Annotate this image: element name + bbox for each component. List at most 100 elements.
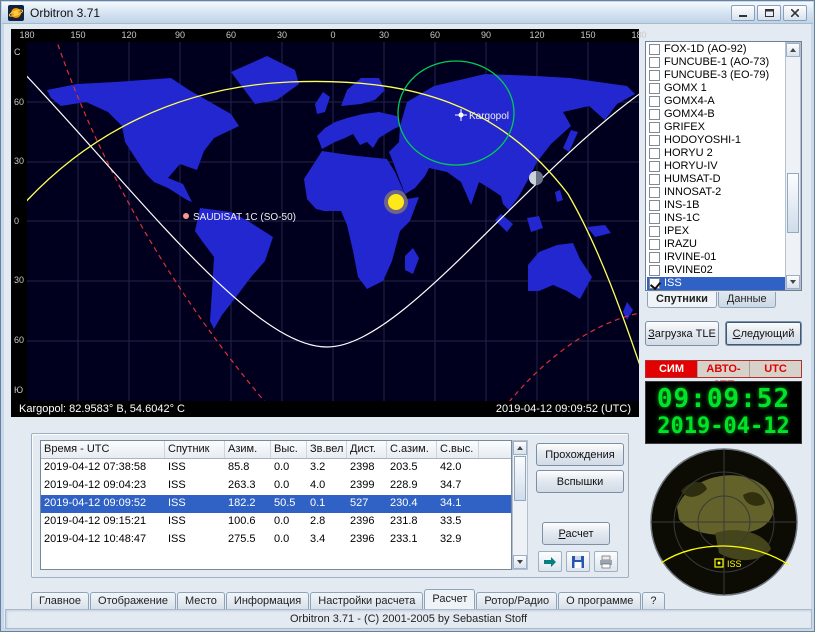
satellite-list-item[interactable]: HORYU-IV — [647, 160, 785, 173]
column-header[interactable]: Зв.вел — [307, 441, 347, 458]
satellite-checkbox[interactable] — [649, 70, 660, 81]
status-bar: Orbitron 3.71 - (C) 2001-2005 by Sebasti… — [5, 609, 812, 629]
satellite-checkbox[interactable] — [649, 200, 660, 211]
scroll-up-icon[interactable] — [513, 441, 527, 455]
column-header[interactable]: С.азим. — [387, 441, 437, 458]
satellite-checkbox[interactable] — [649, 122, 660, 133]
column-header[interactable]: Спутник — [165, 441, 225, 458]
tab-data[interactable]: Данные — [717, 292, 776, 308]
scroll-up-icon[interactable] — [786, 43, 800, 57]
satellite-checkbox[interactable] — [649, 213, 660, 224]
moon-icon — [529, 171, 543, 185]
passes-scrollbar[interactable] — [512, 440, 528, 570]
scrollbar-thumb[interactable] — [787, 173, 799, 233]
pass-cell: 263.3 — [228, 479, 256, 491]
satellite-list-item[interactable]: ITAMSAT (IO-26) — [647, 290, 785, 291]
satellite-checkbox[interactable] — [649, 265, 660, 276]
satellite-list-item[interactable]: INS-1C — [647, 212, 785, 225]
pass-row[interactable]: 2019-04-12 09:09:52 ISS 182.2 50.5 0.1 527 230… — [41, 495, 511, 513]
passes-table[interactable]: Время - UTC Спутник Азим. Выс. Зв.вел Дист. С.… — [40, 440, 512, 570]
satellite-label: GOMX4-B — [664, 108, 715, 120]
lon-label: 30 — [378, 30, 390, 40]
satellite-list-item[interactable]: HODOYOSHI-1 — [647, 134, 785, 147]
lon-label: 90 — [174, 30, 186, 40]
satellite-list-item[interactable]: INNOSAT-2 — [647, 186, 785, 199]
go-button[interactable] — [538, 551, 562, 572]
satellite-checkbox[interactable] — [649, 252, 660, 263]
satellite-list-item[interactable]: FUNCUBE-1 (AO-73) — [647, 56, 785, 69]
flares-button[interactable]: Вспышки — [536, 470, 624, 493]
pass-cell: 2019-04-12 09:09:52 — [44, 497, 147, 509]
bottom-tab-4[interactable]: Настройки расчета — [310, 592, 424, 609]
satellite-checkbox[interactable] — [649, 239, 660, 250]
minimize-button[interactable] — [731, 4, 755, 21]
satellite-checkbox[interactable] — [649, 148, 660, 159]
satellite-checkbox[interactable] — [649, 226, 660, 237]
satellite-checkbox[interactable] — [649, 161, 660, 172]
satellite-checkbox[interactable] — [649, 174, 660, 185]
scrollbar-thumb[interactable] — [514, 456, 526, 501]
bottom-tab-8[interactable]: ? — [642, 592, 665, 609]
lon-label: 90 — [480, 30, 492, 40]
satellite-list-item[interactable]: GOMX 1 — [647, 82, 785, 95]
column-header[interactable]: Азим. — [225, 441, 271, 458]
close-button[interactable] — [783, 4, 807, 21]
satellite-checkbox[interactable] — [649, 135, 660, 146]
bottom-tab-6[interactable]: Ротор/Радио — [476, 592, 558, 609]
satellite-list-item[interactable]: HUMSAT-D — [647, 173, 785, 186]
scroll-down-icon[interactable] — [513, 555, 527, 569]
column-header[interactable]: Выс. — [271, 441, 307, 458]
satellite-list-item[interactable]: HORYU 2 — [647, 147, 785, 160]
satellite-list-scrollbar[interactable] — [785, 42, 801, 290]
satellite-list-item[interactable]: GRIFEX — [647, 121, 785, 134]
world-map[interactable]: Kargopol SAUDISAT 1C (SO-50) — [27, 42, 639, 401]
satellite-list-item[interactable]: FOX-1D (AO-92) — [647, 43, 785, 56]
save-button[interactable] — [566, 551, 590, 572]
satellite-checkbox[interactable] — [649, 83, 660, 94]
pass-row[interactable]: 2019-04-12 07:38:58 ISS 85.8 0.0 3.2 2398 203.… — [41, 459, 511, 477]
print-button[interactable] — [594, 551, 618, 572]
satellite-list-item[interactable]: GOMX4-A — [647, 95, 785, 108]
satellite-list-item[interactable]: GOMX4-B — [647, 108, 785, 121]
bottom-tab-1[interactable]: Отображение — [90, 592, 176, 609]
bottom-tab-5[interactable]: Расчет — [424, 589, 476, 609]
satellite-checkbox[interactable] — [649, 187, 660, 198]
satellite-list-item[interactable]: IRVINE-01 — [647, 251, 785, 264]
bottom-tab-3[interactable]: Информация — [225, 592, 310, 609]
satellite-checkbox[interactable] — [649, 96, 660, 107]
column-header[interactable]: Время - UTC — [41, 441, 165, 458]
satellite-checkbox[interactable] — [649, 278, 660, 289]
satellite-checkbox[interactable] — [649, 57, 660, 68]
load-tle-button[interactable]: Загрузка TLE — [645, 321, 719, 346]
pass-cell: 233.1 — [390, 533, 418, 545]
utc-indicator[interactable]: UTC — [750, 361, 801, 377]
bottom-tab-0[interactable]: Главное — [31, 592, 90, 609]
passes-button[interactable]: Прохождения — [536, 443, 624, 466]
pass-row[interactable]: 2019-04-12 10:48:47 ISS 275.5 0.0 3.4 2396 233… — [41, 531, 511, 549]
satellite-list-item[interactable]: IPEX — [647, 225, 785, 238]
satellite-checkbox[interactable] — [649, 109, 660, 120]
scroll-down-icon[interactable] — [786, 275, 800, 289]
tab-satellites[interactable]: Спутники — [647, 292, 717, 308]
satellite-list-item[interactable]: IRVINE02 — [647, 264, 785, 277]
column-header[interactable]: Дист. — [347, 441, 387, 458]
calculate-button[interactable]: Расчет — [542, 522, 610, 545]
next-button[interactable]: Следующий — [725, 321, 802, 346]
titlebar[interactable]: Orbitron 3.71 — [2, 2, 813, 24]
pass-row[interactable]: 2019-04-12 09:04:23 ISS 263.3 0.0 4.0 2399 228… — [41, 477, 511, 495]
maximize-button[interactable] — [757, 4, 781, 21]
satellite-list-item[interactable]: IRAZU — [647, 238, 785, 251]
satellite-list-item[interactable]: ISS — [647, 277, 785, 290]
pass-cell: 0.0 — [274, 515, 290, 527]
bottom-tab-2[interactable]: Место — [176, 592, 225, 609]
satellite-list[interactable]: FOX-1D (AO-92) FUNCUBE-1 (AO-73) FUNCUBE-3… — [645, 41, 802, 291]
satellite-checkbox[interactable] — [649, 44, 660, 55]
column-header[interactable]: С.выс. — [437, 441, 479, 458]
satellite-list-item[interactable]: FUNCUBE-3 (EO-79) — [647, 69, 785, 82]
sim-indicator[interactable]: СИМ — [646, 361, 698, 377]
auto-stp-indicator[interactable]: АВТО-СТП — [698, 361, 750, 391]
bottom-tab-7[interactable]: О программе — [558, 592, 642, 609]
pass-row[interactable]: 2019-04-12 09:15:21 ISS 100.6 0.0 2.8 2396 231… — [41, 513, 511, 531]
satellite-list-item[interactable]: INS-1B — [647, 199, 785, 212]
pass-cell: 0.0 — [274, 461, 290, 473]
